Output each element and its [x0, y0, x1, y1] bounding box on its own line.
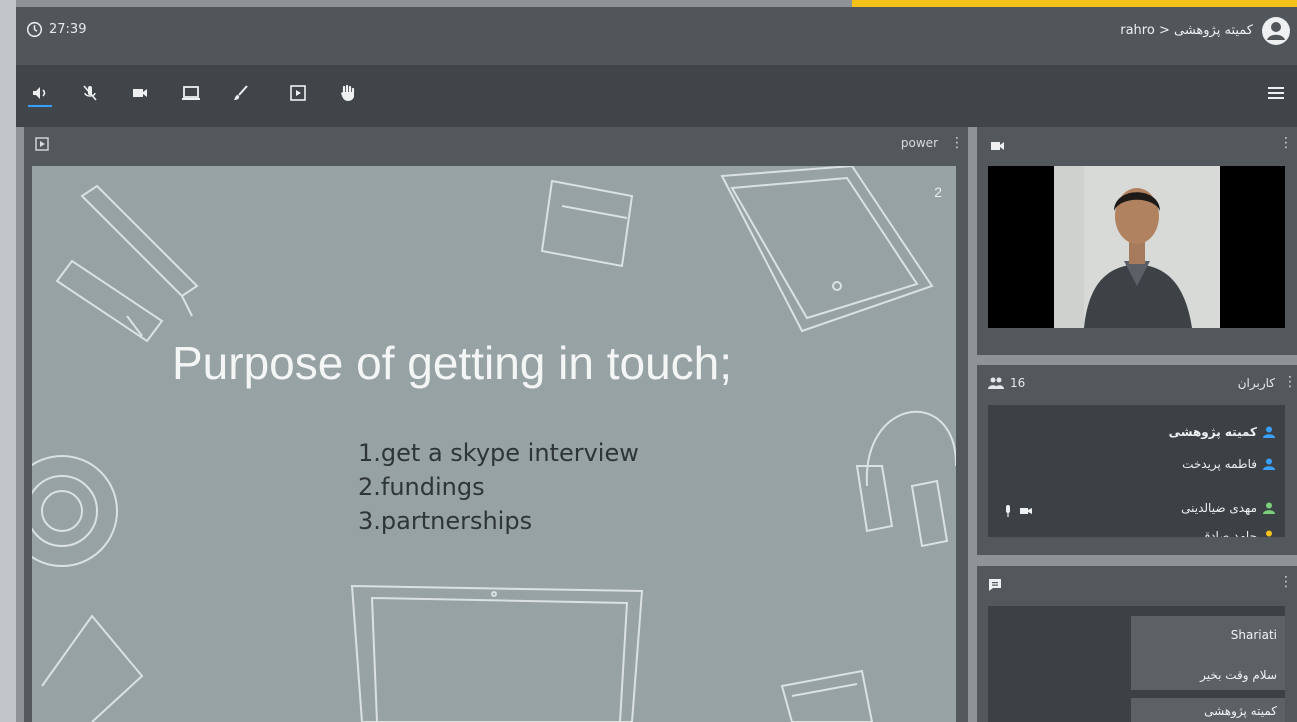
whiteboard-button[interactable]: [229, 81, 253, 105]
slide-list-item: 1.get a skype interview: [358, 439, 639, 467]
user-row[interactable]: مهدی ضیالدینی: [1181, 501, 1275, 515]
meeting-timer: 27:39: [26, 21, 86, 38]
users-list: کمیته پژوهشی فاطمه پریدخت مهدی ضیالدینی …: [988, 405, 1285, 537]
slide-list-item: 2.fundings: [358, 473, 485, 501]
presentation-icon: [35, 137, 49, 151]
user-name: فاطمه پریدخت: [1182, 457, 1257, 471]
webcam-video: [988, 166, 1285, 328]
user-icon: [1266, 530, 1272, 537]
slide-number: 2: [934, 184, 942, 200]
slide-title-punct: ;: [719, 337, 733, 389]
chat-sender: کمیته پژوهشی: [1204, 704, 1277, 718]
presentation-icon: [290, 85, 306, 101]
chat-panel: ⋮ Shariati سلام وقت بخیر کمیته پژوهشی: [977, 566, 1297, 722]
screen-share-icon: [182, 86, 200, 100]
mic-icon: [1006, 505, 1010, 517]
users-title: کاربران: [1237, 376, 1275, 390]
video-panel: ⋮: [977, 127, 1297, 355]
presentation-panel: power ⋮ 2 Purpose of getting in touch; 1…: [24, 127, 968, 722]
slide-title: Purpose of getting in touch;: [172, 336, 732, 390]
chat-message: کمیته پژوهشی: [1131, 698, 1285, 722]
screen-share-button[interactable]: [179, 81, 203, 105]
meeting-title: rahro > کمیته پژوهشی: [1120, 23, 1253, 38]
chat-options-icon[interactable]: ⋮: [1279, 575, 1293, 589]
accent-strip: [852, 0, 1297, 7]
timer-text: 27:39: [49, 22, 87, 37]
chat-messages: Shariati سلام وقت بخیر کمیته پژوهشی: [988, 606, 1285, 722]
mic-button[interactable]: [78, 81, 102, 105]
user-row[interactable]: حامد صادقی: [1194, 529, 1275, 537]
video-options-icon[interactable]: ⋮: [1279, 136, 1293, 150]
user-name: کمیته پژوهشی: [1168, 425, 1257, 439]
slide-title-text: Purpose of getting in touch: [172, 337, 720, 389]
brush-icon: [234, 85, 248, 100]
camera-icon: [991, 142, 1004, 150]
speaker-button[interactable]: [28, 81, 52, 107]
camera-icon: [1020, 508, 1032, 514]
speaker-icon: [33, 87, 46, 99]
user-row[interactable]: کمیته پژوهشی: [1169, 425, 1275, 439]
chat-sender: Shariati: [1230, 628, 1277, 642]
user-icon: [1263, 458, 1275, 470]
camera-icon: [133, 89, 147, 97]
hamburger-menu-icon[interactable]: [1267, 84, 1285, 102]
user-name: مهدی ضیالدینی: [1181, 501, 1257, 515]
raise-hand-button[interactable]: [336, 81, 360, 105]
users-panel: 16 کاربران ⋮ کمیته پژوهشی فاطمه پریدخت م…: [977, 365, 1297, 555]
slide-list-item: 3.partnerships: [358, 507, 533, 535]
top-bar: 27:39 rahro > کمیته پژوهشی: [16, 7, 1297, 65]
chat-icon: [989, 579, 1001, 591]
camera-button[interactable]: [128, 81, 152, 105]
chat-text: سلام وقت بخیر: [1200, 668, 1277, 682]
presentation-name: power: [900, 136, 938, 150]
presentation-button[interactable]: [286, 81, 310, 105]
user-media-status: [1002, 505, 1032, 517]
users-count-text: 16: [1010, 376, 1026, 390]
people-icon: [988, 377, 1004, 389]
users-options-icon[interactable]: ⋮: [1283, 375, 1297, 389]
user-icon: [1263, 426, 1275, 438]
toolbar: [16, 65, 1297, 127]
slide: 2 Purpose of getting in touch; 1.get a s…: [32, 166, 956, 722]
user-row[interactable]: فاطمه پریدخت: [1182, 457, 1275, 471]
window-border: [0, 0, 16, 722]
users-count: 16: [988, 376, 1025, 390]
clock-icon: [26, 21, 43, 38]
account-icon[interactable]: [1261, 16, 1291, 46]
user-name: حامد صادقی: [1194, 529, 1257, 537]
mic-muted-icon: [83, 85, 97, 101]
participant-video-feed: [1054, 166, 1220, 328]
slide-list: 1.get a skype interview 2.fundings 3.par…: [358, 436, 639, 538]
chat-message: Shariati سلام وقت بخیر: [1131, 616, 1285, 690]
presentation-options-icon[interactable]: ⋮: [950, 136, 964, 150]
raise-hand-icon: [341, 84, 355, 101]
user-icon: [1263, 502, 1275, 514]
presentation-header: power ⋮: [24, 127, 968, 161]
